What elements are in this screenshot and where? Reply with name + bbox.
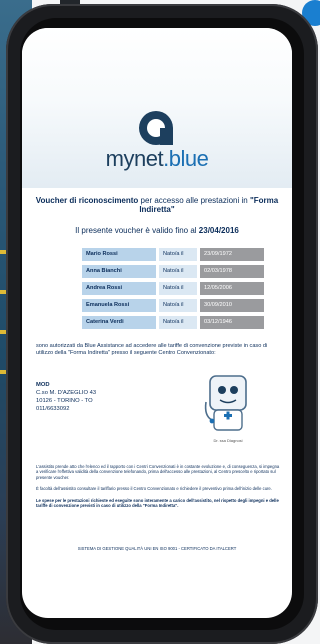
person-name: Emanuela Rossi bbox=[82, 299, 156, 312]
certification-footer: SISTEMA DI GESTIONE QUALITÀ UNI EN ISO 9… bbox=[77, 546, 237, 551]
person-name: Mario Rossi bbox=[82, 248, 156, 261]
person-name: Caterina Verdi bbox=[82, 316, 156, 329]
brand-name-part2: .blue bbox=[163, 146, 209, 171]
center-name: MOD bbox=[36, 382, 50, 388]
table-row: Anna Bianchi Nato/a il 02/03/1978 bbox=[82, 265, 282, 278]
birth-date: 03/12/1946 bbox=[200, 316, 264, 329]
mynet-blue-logo-icon bbox=[139, 111, 173, 145]
validity-date: 23/04/2016 bbox=[198, 226, 239, 235]
table-row: Caterina Verdi Nato/a il 03/12/1946 bbox=[82, 316, 282, 329]
table-row: Andrea Rossi Nato/a il 12/05/2006 bbox=[82, 282, 282, 295]
fine-print: L'assistito prende atto che l'elenco ed … bbox=[36, 464, 282, 514]
note-paragraph: L'assistito prende atto che l'elenco ed … bbox=[36, 464, 280, 480]
voucher-title: Voucher di riconoscimento per accesso al… bbox=[30, 196, 284, 214]
note-paragraph: Le spese per le prestazioni richieste ed… bbox=[36, 497, 279, 509]
birth-label: Nato/a il bbox=[159, 248, 197, 261]
birth-label: Nato/a il bbox=[159, 316, 197, 329]
mascot-caption: Dr. ssa Diagnosi bbox=[213, 438, 243, 443]
table-row: Emanuela Rossi Nato/a il 30/09/2010 bbox=[82, 299, 282, 312]
validity-text: Il presente voucher è valido fino al bbox=[75, 226, 199, 235]
birth-date: 02/03/1978 bbox=[200, 265, 264, 278]
voucher-header: mynet.blue bbox=[22, 28, 292, 188]
center-address: MOD C.so M. D'AZEGLIO 43 10126 - TORINO … bbox=[36, 381, 176, 413]
birth-label: Nato/a il bbox=[159, 282, 197, 295]
birth-label: Nato/a il bbox=[159, 265, 197, 278]
center-street: C.so M. D'AZEGLIO 43 bbox=[36, 390, 97, 396]
person-name: Anna Bianchi bbox=[82, 265, 156, 278]
voucher-title-lead: Voucher di riconoscimento bbox=[35, 196, 139, 205]
brand-name-part1: mynet bbox=[105, 146, 164, 171]
center-phone: 011/6633092 bbox=[36, 406, 70, 412]
note-paragraph: È facoltà dell'assistito consultare il t… bbox=[36, 486, 272, 492]
person-name: Andrea Rossi bbox=[82, 282, 156, 295]
birth-date: 12/05/2006 bbox=[200, 282, 264, 295]
doctor-mascot-icon bbox=[204, 375, 247, 431]
center-city: 10126 - TORINO - TO bbox=[36, 398, 93, 404]
beneficiaries-table: Mario Rossi Nato/a il 23/09/1972 Anna Bi… bbox=[82, 248, 282, 333]
voucher-screen[interactable]: mynet.blue Voucher di riconoscimento per… bbox=[22, 28, 292, 618]
table-row: Mario Rossi Nato/a il 23/09/1972 bbox=[82, 248, 282, 261]
birth-label: Nato/a il bbox=[159, 299, 197, 312]
birth-date: 23/09/1972 bbox=[200, 248, 264, 261]
brand-name: mynet.blue bbox=[22, 146, 292, 172]
voucher-title-middle: per accesso alle prestazioni in bbox=[138, 196, 250, 205]
authorization-text: sono autorizzati da Blue Assistance ad a… bbox=[36, 343, 268, 356]
birth-date: 30/09/2010 bbox=[200, 299, 264, 312]
validity-line: Il presente voucher è valido fino al 23/… bbox=[22, 226, 292, 235]
